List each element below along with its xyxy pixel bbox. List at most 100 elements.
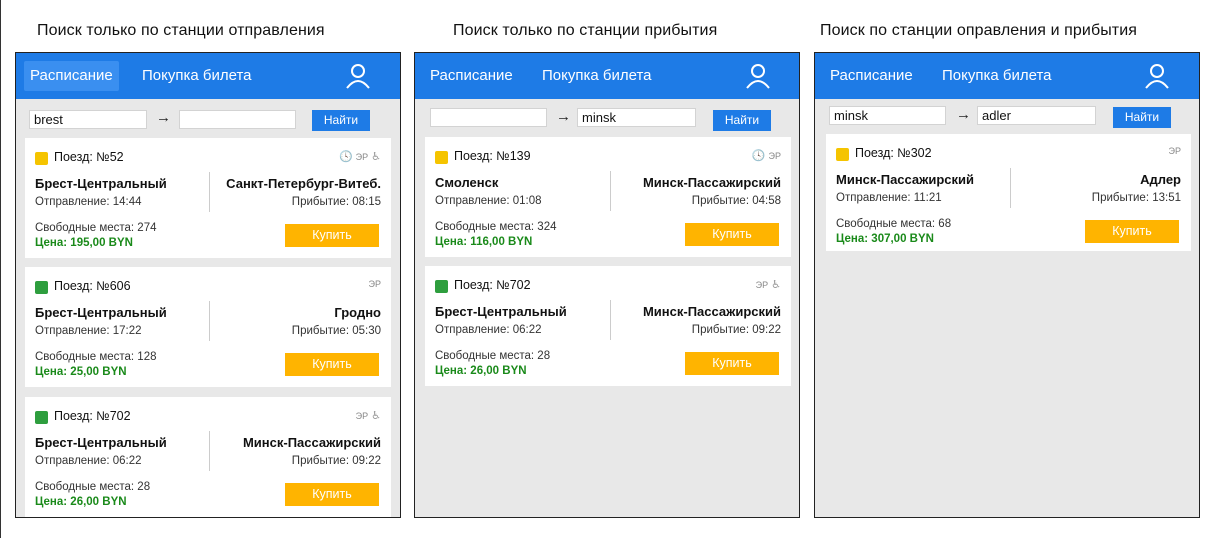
user-icon[interactable] bbox=[344, 62, 372, 90]
departure-station: Минск-Пассажирский bbox=[836, 172, 975, 187]
wheelchair-icon: ♿ bbox=[371, 410, 381, 422]
arrival-station: Адлер bbox=[1140, 172, 1181, 187]
free-seats: Свободные места: 128 bbox=[35, 351, 157, 363]
buy-button[interactable]: Купить bbox=[685, 352, 779, 375]
departure-time: Отправление: 01:08 bbox=[435, 195, 542, 207]
nav-schedule[interactable]: Расписание bbox=[824, 61, 919, 91]
departure-station: Брест-Центральный bbox=[35, 435, 167, 450]
card-divider bbox=[610, 171, 611, 211]
buy-button[interactable]: Купить bbox=[1085, 220, 1179, 243]
arrival-station: Минск-Пассажирский bbox=[642, 304, 781, 319]
app-bar: Расписание Покупка билета bbox=[16, 53, 400, 99]
buy-button[interactable]: Купить bbox=[285, 224, 379, 247]
from-station-input[interactable] bbox=[829, 106, 946, 125]
train-card: Поезд: №302 ЭР Минск-Пассажирский Адлер … bbox=[826, 134, 1191, 251]
amenity-er-label: ЭР bbox=[755, 279, 769, 290]
column-title: Поиск по станции оправления и прибытия bbox=[820, 22, 1138, 39]
card-divider bbox=[209, 431, 210, 471]
train-type-icon bbox=[435, 151, 448, 164]
card-divider bbox=[1010, 168, 1011, 208]
free-seats: Свободные места: 28 bbox=[435, 350, 551, 362]
column-title: Поиск только по станции отправления bbox=[37, 22, 325, 39]
arrival-time: Прибытие: 05:30 bbox=[291, 325, 381, 337]
arrival-station: Минск-Пассажирский bbox=[642, 175, 781, 190]
nav-buy-ticket[interactable]: Покупка билета bbox=[536, 61, 658, 91]
amenity-er-label: ЭР bbox=[368, 279, 381, 289]
train-card: Поезд: №52 🕓 ЭР ♿ Брест-Центральный Санк… bbox=[25, 138, 391, 258]
departure-station: Брест-Центральный bbox=[35, 176, 167, 191]
free-seats: Свободные места: 324 bbox=[435, 221, 557, 233]
departure-time: Отправление: 11:21 bbox=[836, 192, 942, 204]
ticket-price: Цена: 25,00 BYN bbox=[35, 366, 127, 378]
user-icon[interactable] bbox=[744, 62, 772, 90]
amenities: ЭР ♿ bbox=[356, 409, 381, 422]
free-seats: Свободные места: 274 bbox=[35, 222, 157, 234]
amenities: 🕓 ЭР ♿ bbox=[339, 150, 381, 163]
card-divider bbox=[209, 172, 210, 212]
find-button[interactable]: Найти bbox=[312, 110, 370, 131]
route-arrow: → bbox=[956, 106, 971, 123]
train-type-icon bbox=[35, 281, 48, 294]
clock-icon: 🕓 bbox=[751, 150, 766, 162]
card-divider bbox=[610, 300, 611, 340]
train-number: Поезд: №302 bbox=[855, 146, 932, 160]
to-station-input[interactable] bbox=[179, 110, 296, 129]
ticket-price: Цена: 26,00 BYN bbox=[35, 496, 127, 508]
to-station-input[interactable] bbox=[577, 108, 696, 127]
from-station-input[interactable] bbox=[29, 110, 147, 129]
card-divider bbox=[209, 301, 210, 341]
train-number: Поезд: №52 bbox=[54, 150, 124, 164]
train-card: Поезд: №139 🕓 ЭР Смоленск Минск-Пассажир… bbox=[425, 137, 791, 257]
clock-icon: 🕓 bbox=[338, 151, 353, 163]
find-button[interactable]: Найти bbox=[1113, 107, 1171, 128]
amenities: ЭР bbox=[1169, 146, 1181, 156]
buy-button[interactable]: Купить bbox=[285, 353, 379, 376]
train-type-icon bbox=[35, 152, 48, 165]
amenities: ЭР ♿ bbox=[756, 278, 781, 291]
train-number: Поезд: №702 bbox=[454, 278, 531, 292]
amenities: 🕓 ЭР bbox=[752, 149, 781, 162]
nav-buy-ticket[interactable]: Покупка билета bbox=[936, 61, 1058, 91]
find-button[interactable]: Найти bbox=[713, 110, 771, 131]
column-title: Поиск только по станции прибытия bbox=[453, 22, 718, 39]
ticket-price: Цена: 116,00 BYN bbox=[435, 236, 533, 248]
ticket-price: Цена: 307,00 BYN bbox=[836, 233, 934, 245]
arrival-time: Прибытие: 13:51 bbox=[1091, 192, 1181, 204]
phone-screen-departure-and-arrival: Расписание Покупка билета → Найти Поезд:… bbox=[814, 52, 1200, 518]
departure-time: Отправление: 17:22 bbox=[35, 325, 142, 337]
nav-schedule[interactable]: Расписание bbox=[24, 61, 119, 91]
phone-screen-departure-only: Расписание Покупка билета → Найти Поезд:… bbox=[15, 52, 401, 518]
from-station-input[interactable] bbox=[430, 108, 547, 127]
user-icon[interactable] bbox=[1143, 62, 1171, 90]
departure-station: Брест-Центральный bbox=[35, 305, 167, 320]
buy-button[interactable]: Купить bbox=[285, 483, 379, 506]
to-station-input[interactable] bbox=[977, 106, 1096, 125]
route-arrow: → bbox=[556, 108, 571, 125]
buy-button[interactable]: Купить bbox=[685, 223, 779, 246]
departure-station: Брест-Центральный bbox=[435, 304, 567, 319]
departure-time: Отправление: 06:22 bbox=[35, 455, 142, 467]
ticket-price: Цена: 195,00 BYN bbox=[35, 237, 133, 249]
amenity-er-label: ЭР bbox=[355, 151, 369, 162]
amenity-er-label: ЭР bbox=[768, 150, 781, 161]
free-seats: Свободные места: 68 bbox=[836, 218, 952, 230]
train-card: Поезд: №606 ЭР Брест-Центральный Гродно … bbox=[25, 267, 391, 387]
amenity-er-label: ЭР bbox=[355, 410, 369, 421]
arrival-time: Прибытие: 08:15 bbox=[291, 196, 381, 208]
wheelchair-icon: ♿ bbox=[771, 279, 781, 291]
ticket-price: Цена: 26,00 BYN bbox=[435, 365, 527, 377]
amenity-er-label: ЭР bbox=[1168, 146, 1181, 156]
train-type-icon bbox=[836, 148, 849, 161]
phone-screen-arrival-only: Расписание Покупка билета → Найти Поезд:… bbox=[414, 52, 800, 518]
train-number: Поезд: №606 bbox=[54, 279, 131, 293]
route-arrow: → bbox=[156, 109, 171, 126]
nav-schedule[interactable]: Расписание bbox=[424, 61, 519, 91]
arrival-station: Санкт-Петербург-Витеб. bbox=[226, 176, 381, 191]
app-bar: Расписание Покупка билета bbox=[815, 53, 1199, 99]
free-seats: Свободные места: 28 bbox=[35, 481, 151, 493]
arrival-station: Минск-Пассажирский bbox=[242, 435, 381, 450]
nav-buy-ticket[interactable]: Покупка билета bbox=[136, 61, 258, 91]
departure-time: Отправление: 06:22 bbox=[435, 324, 542, 336]
arrival-time: Прибытие: 09:22 bbox=[291, 455, 381, 467]
arrival-station: Гродно bbox=[334, 305, 381, 320]
